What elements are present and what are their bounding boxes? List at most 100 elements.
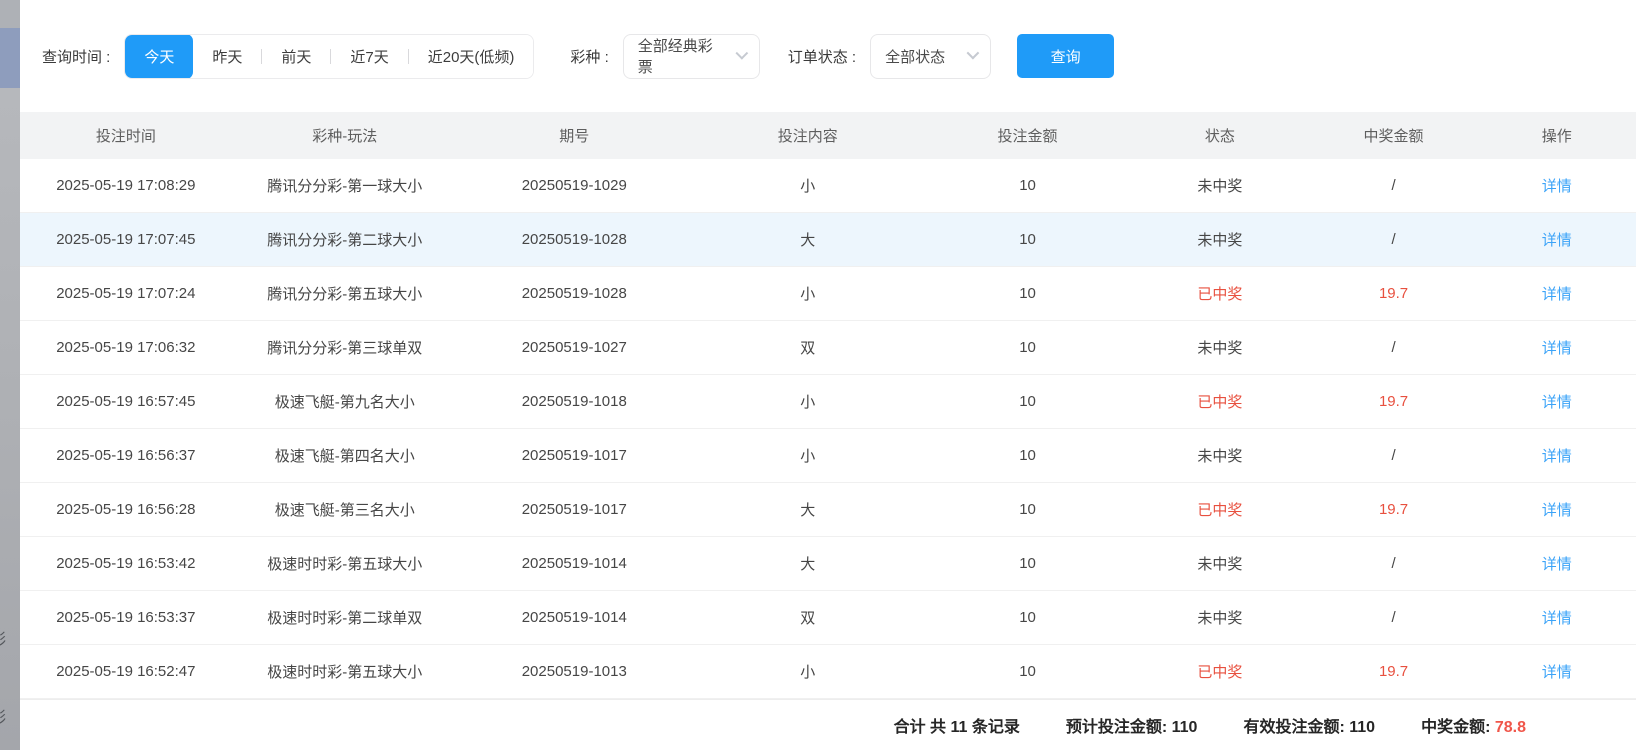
- cell-bet-time: 2025-05-19 17:07:24: [20, 285, 232, 302]
- detail-link[interactable]: 详情: [1542, 556, 1572, 573]
- clipped-sidebar-glyph: 彩: [0, 628, 6, 649]
- column-header: 投注金额: [925, 125, 1130, 146]
- cell-game-play: 腾讯分分彩-第三球单双: [232, 337, 458, 358]
- cell-status: 已中奖: [1130, 661, 1309, 682]
- table-row: 2025-05-19 17:06:32腾讯分分彩-第三球单双20250519-1…: [20, 321, 1636, 375]
- cell-issue: 20250519-1014: [458, 609, 691, 626]
- cell-bet-amount: 10: [925, 555, 1130, 572]
- cell-bet-amount: 10: [925, 609, 1130, 626]
- detail-link[interactable]: 详情: [1542, 448, 1572, 465]
- detail-link[interactable]: 详情: [1542, 232, 1572, 249]
- column-header: 状态: [1130, 125, 1309, 146]
- bet-records-table: 投注时间彩种-玩法期号投注内容投注金额状态中奖金额操作 2025-05-19 1…: [20, 112, 1636, 699]
- cell-bet-time: 2025-05-19 16:56:28: [20, 501, 232, 518]
- cell-bet-time: 2025-05-19 17:08:29: [20, 177, 232, 194]
- column-header: 投注时间: [20, 125, 232, 146]
- table-row: 2025-05-19 17:07:24腾讯分分彩-第五球大小20250519-1…: [20, 267, 1636, 321]
- cell-action: 详情: [1478, 499, 1636, 520]
- cell-bet-content: 大: [691, 553, 925, 574]
- order-status-select[interactable]: 全部状态: [870, 34, 991, 79]
- cell-status: 未中奖: [1130, 337, 1309, 358]
- cell-bet-content: 小: [691, 661, 925, 682]
- cell-bet-time: 2025-05-19 16:52:47: [20, 663, 232, 680]
- cell-game-play: 极速时时彩-第五球大小: [232, 661, 458, 682]
- cell-prize: /: [1310, 339, 1478, 356]
- cell-bet-amount: 10: [925, 339, 1130, 356]
- cell-status: 已中奖: [1130, 391, 1309, 412]
- cell-bet-amount: 10: [925, 285, 1130, 302]
- cell-game-play: 腾讯分分彩-第二球大小: [232, 229, 458, 250]
- cell-game-play: 腾讯分分彩-第五球大小: [232, 283, 458, 304]
- cell-action: 详情: [1478, 229, 1636, 250]
- lottery-type-select[interactable]: 全部经典彩票: [623, 34, 760, 79]
- time-option-1[interactable]: 昨天: [193, 34, 261, 79]
- table-row: 2025-05-19 16:53:37极速时时彩-第二球单双20250519-1…: [20, 591, 1636, 645]
- table-row: 2025-05-19 16:56:28极速飞艇-第三名大小20250519-10…: [20, 483, 1636, 537]
- cell-issue: 20250519-1028: [458, 285, 691, 302]
- valid-bet-amount: 有效投注金额: 110: [1243, 713, 1375, 737]
- cell-prize: /: [1310, 177, 1478, 194]
- lottery-type-value: 全部经典彩票: [638, 35, 722, 77]
- table-row: 2025-05-19 17:08:29腾讯分分彩-第一球大小20250519-1…: [20, 159, 1636, 213]
- cell-prize: 19.7: [1310, 393, 1478, 410]
- detail-link[interactable]: 详情: [1542, 340, 1572, 357]
- cell-bet-amount: 10: [925, 393, 1130, 410]
- cell-bet-time: 2025-05-19 16:57:45: [20, 393, 232, 410]
- cell-bet-time: 2025-05-19 16:56:37: [20, 447, 232, 464]
- cell-game-play: 极速飞艇-第四名大小: [232, 445, 458, 466]
- cell-issue: 20250519-1029: [458, 177, 691, 194]
- total-prize-amount: 中奖金额: 78.8: [1421, 713, 1526, 737]
- cell-issue: 20250519-1018: [458, 393, 691, 410]
- cell-action: 详情: [1478, 283, 1636, 304]
- cell-bet-amount: 10: [925, 177, 1130, 194]
- cell-bet-amount: 10: [925, 231, 1130, 248]
- table-row: 2025-05-19 16:56:37极速飞艇-第四名大小20250519-10…: [20, 429, 1636, 483]
- time-option-0[interactable]: 今天: [125, 34, 193, 79]
- cell-bet-content: 小: [691, 175, 925, 196]
- cell-issue: 20250519-1014: [458, 555, 691, 572]
- cell-bet-content: 小: [691, 445, 925, 466]
- time-range-button-group: 今天昨天前天近7天近20天(低频): [124, 34, 534, 79]
- filter-bar: 查询时间 : 今天昨天前天近7天近20天(低频) 彩种 : 全部经典彩票 订单状…: [20, 33, 1636, 79]
- table-row: 2025-05-19 16:52:47极速时时彩-第五球大小20250519-1…: [20, 645, 1636, 699]
- detail-link[interactable]: 详情: [1542, 286, 1572, 303]
- cell-status: 未中奖: [1130, 553, 1309, 574]
- cell-bet-time: 2025-05-19 16:53:37: [20, 609, 232, 626]
- table-body: 2025-05-19 17:08:29腾讯分分彩-第一球大小20250519-1…: [20, 159, 1636, 699]
- time-option-2[interactable]: 前天: [262, 34, 330, 79]
- time-option-4[interactable]: 近20天(低频): [409, 34, 534, 79]
- cell-game-play: 极速飞艇-第九名大小: [232, 391, 458, 412]
- clipped-sidebar-glyph: 彩: [0, 706, 6, 727]
- cell-game-play: 极速时时彩-第二球单双: [232, 607, 458, 628]
- detail-link[interactable]: 详情: [1542, 502, 1572, 519]
- column-header: 投注内容: [691, 125, 925, 146]
- cell-issue: 20250519-1017: [458, 501, 691, 518]
- cell-bet-amount: 10: [925, 663, 1130, 680]
- time-option-3[interactable]: 近7天: [331, 34, 407, 79]
- cell-status: 未中奖: [1130, 445, 1309, 466]
- cell-game-play: 极速时时彩-第五球大小: [232, 553, 458, 574]
- query-time-label: 查询时间 :: [42, 46, 110, 67]
- detail-link[interactable]: 详情: [1542, 178, 1572, 195]
- column-header: 中奖金额: [1310, 125, 1478, 146]
- detail-link[interactable]: 详情: [1542, 664, 1572, 681]
- query-button[interactable]: 查询: [1017, 34, 1114, 78]
- cell-bet-time: 2025-05-19 16:53:42: [20, 555, 232, 572]
- bet-records-page: 查询时间 : 今天昨天前天近7天近20天(低频) 彩种 : 全部经典彩票 订单状…: [20, 0, 1636, 750]
- column-header: 彩种-玩法: [232, 125, 458, 146]
- summary-bar: 合计 共 11 条记录 预计投注金额: 110 有效投注金额: 110 中奖金额…: [20, 699, 1636, 749]
- cell-issue: 20250519-1028: [458, 231, 691, 248]
- detail-link[interactable]: 详情: [1542, 394, 1572, 411]
- cell-status: 已中奖: [1130, 283, 1309, 304]
- cell-prize: /: [1310, 609, 1478, 626]
- table-row: 2025-05-19 16:53:42极速时时彩-第五球大小20250519-1…: [20, 537, 1636, 591]
- cell-issue: 20250519-1013: [458, 663, 691, 680]
- lottery-type-label: 彩种 :: [570, 46, 608, 67]
- cell-bet-content: 双: [691, 607, 925, 628]
- cell-bet-content: 大: [691, 499, 925, 520]
- cell-status: 未中奖: [1130, 229, 1309, 250]
- detail-link[interactable]: 详情: [1542, 610, 1572, 627]
- cell-action: 详情: [1478, 607, 1636, 628]
- background-page-sliver: 彩 彩: [0, 0, 20, 750]
- cell-bet-content: 小: [691, 283, 925, 304]
